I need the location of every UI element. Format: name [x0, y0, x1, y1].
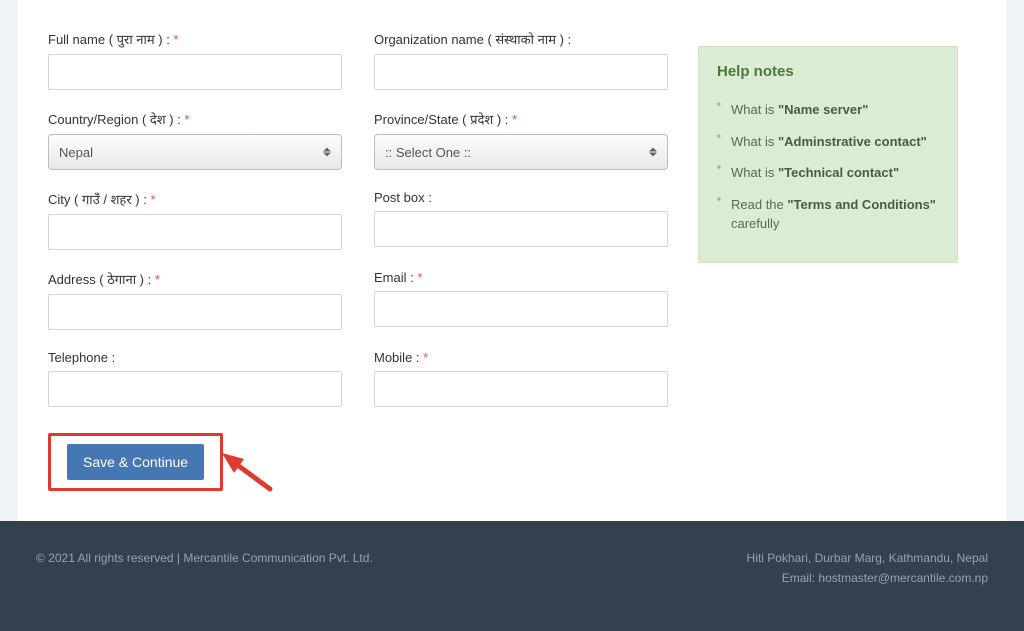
- province-select[interactable]: :: Select One ::: [374, 134, 668, 170]
- postbox-field: Post box :: [374, 190, 668, 250]
- arrow-icon: [218, 449, 278, 493]
- mobile-input[interactable]: [374, 371, 668, 407]
- help-item[interactable]: What is "Adminstrative contact": [717, 126, 939, 158]
- help-item[interactable]: What is "Name server": [717, 94, 939, 126]
- required-marker: *: [150, 192, 155, 207]
- required-marker: *: [423, 350, 428, 365]
- org-input[interactable]: [374, 54, 668, 90]
- email-label: Email : *: [374, 270, 668, 285]
- help-item[interactable]: Read the "Terms and Conditions" carefull…: [717, 189, 939, 240]
- telephone-field: Telephone :: [48, 350, 342, 407]
- province-label: Province/State ( प्रदेश ) : *: [374, 110, 668, 128]
- sidebar: Help notes What is "Name server" What is…: [698, 30, 958, 491]
- help-card: Help notes What is "Name server" What is…: [698, 46, 958, 263]
- required-marker: *: [155, 272, 160, 287]
- help-list: What is "Name server" What is "Adminstra…: [717, 94, 939, 240]
- city-field: City ( गाउँ / शहर ) : *: [48, 190, 342, 250]
- save-continue-button[interactable]: Save & Continue: [67, 444, 204, 480]
- telephone-label: Telephone :: [48, 350, 342, 365]
- email-input[interactable]: [374, 291, 668, 327]
- footer-email: Email: hostmaster@mercantile.com.np: [747, 571, 988, 585]
- address-label: Address ( ठेगाना ) : *: [48, 270, 342, 288]
- postbox-label: Post box :: [374, 190, 668, 205]
- org-field: Organization name ( संस्थाको नाम ) :: [374, 30, 668, 90]
- mobile-label: Mobile : *: [374, 350, 668, 365]
- help-title: Help notes: [717, 63, 939, 80]
- required-marker: *: [184, 112, 189, 127]
- country-field: Country/Region ( देश ) : * Nepal: [48, 110, 342, 170]
- address-input[interactable]: [48, 294, 342, 330]
- required-marker: *: [417, 270, 422, 285]
- fullname-input[interactable]: [48, 54, 342, 90]
- footer: © 2021 All rights reserved | Mercantile …: [0, 521, 1024, 631]
- email-field: Email : *: [374, 270, 668, 330]
- address-field: Address ( ठेगाना ) : *: [48, 270, 342, 330]
- chevron-updown-icon: [323, 148, 331, 157]
- city-label: City ( गाउँ / शहर ) : *: [48, 190, 342, 208]
- country-selected: Nepal: [59, 145, 93, 160]
- footer-contact: Hiti Pokhari, Durbar Marg, Kathmandu, Ne…: [747, 551, 988, 591]
- mobile-field: Mobile : *: [374, 350, 668, 407]
- form-section: Full name ( पुरा नाम ) : * Organization …: [48, 30, 668, 491]
- province-selected: :: Select One ::: [385, 145, 471, 160]
- highlight-box: Save & Continue: [48, 433, 223, 491]
- save-button-region: Save & Continue: [48, 433, 223, 491]
- postbox-input[interactable]: [374, 211, 668, 247]
- help-item[interactable]: What is "Technical contact": [717, 157, 939, 189]
- country-select[interactable]: Nepal: [48, 134, 342, 170]
- province-field: Province/State ( प्रदेश ) : * :: Select …: [374, 110, 668, 170]
- country-label: Country/Region ( देश ) : *: [48, 110, 342, 128]
- chevron-updown-icon: [649, 148, 657, 157]
- org-label: Organization name ( संस्थाको नाम ) :: [374, 30, 668, 48]
- telephone-input[interactable]: [48, 371, 342, 407]
- fullname-field: Full name ( पुरा नाम ) : *: [48, 30, 342, 90]
- city-input[interactable]: [48, 214, 342, 250]
- required-marker: *: [173, 32, 178, 47]
- required-marker: *: [512, 112, 517, 127]
- footer-address: Hiti Pokhari, Durbar Marg, Kathmandu, Ne…: [747, 551, 988, 565]
- fullname-label: Full name ( पुरा नाम ) : *: [48, 30, 342, 48]
- footer-copyright: © 2021 All rights reserved | Mercantile …: [36, 551, 373, 591]
